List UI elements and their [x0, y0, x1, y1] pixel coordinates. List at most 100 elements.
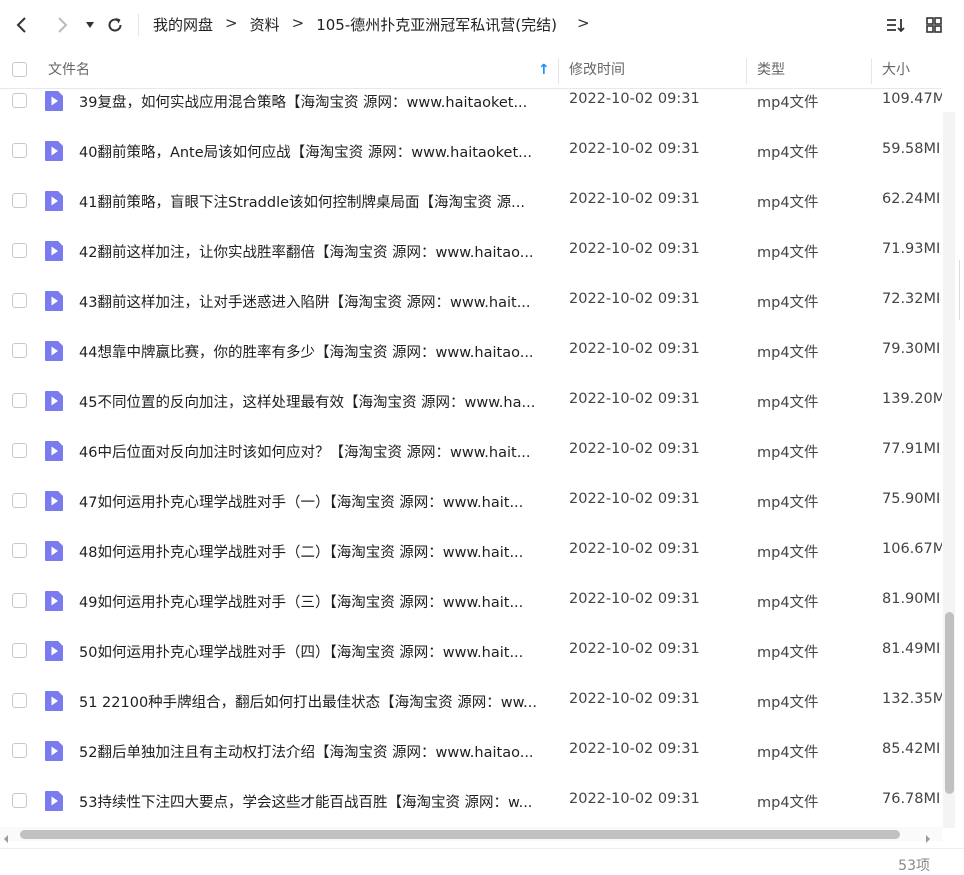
file-row[interactable]: 41翻前策略，盲眼下注Straddle该如何控制牌桌局面【海淘宝资 源... 20…	[0, 176, 942, 226]
video-file-icon	[44, 390, 64, 412]
file-name[interactable]: 53持续性下注四大要点，学会这些才能百战百胜【海淘宝资 源网：w...	[79, 791, 549, 812]
file-type: mp4文件	[757, 545, 819, 561]
row-checkbox[interactable]	[12, 643, 27, 658]
file-row[interactable]: 46中后位面对反向加注时该如何应对？【海淘宝资 源网：www.hait... 20…	[0, 426, 942, 476]
file-size: 71.93MI	[882, 241, 941, 257]
row-checkbox[interactable]	[12, 343, 27, 358]
row-checkbox[interactable]	[12, 193, 27, 208]
column-modified[interactable]: 修改时间	[569, 52, 625, 88]
file-row[interactable]: 51 22100种手牌组合，翻后如何打出最佳状态【海淘宝资 源网：ww... 20…	[0, 676, 942, 726]
column-divider[interactable]	[558, 58, 559, 84]
column-type[interactable]: 类型	[757, 52, 785, 88]
file-name[interactable]: 47如何运用扑克心理学战胜对手（一）【海淘宝资 源网：www.hait...	[79, 491, 549, 512]
column-name[interactable]: 文件名	[48, 52, 90, 88]
file-type: mp4文件	[757, 345, 819, 361]
row-checkbox[interactable]	[12, 793, 27, 808]
file-row[interactable]: 48如何运用扑克心理学战胜对手（二）【海淘宝资 源网：www.hait... 20…	[0, 526, 942, 576]
column-size[interactable]: 大小	[882, 52, 910, 88]
scroll-left-icon[interactable]	[3, 829, 9, 848]
row-checkbox[interactable]	[12, 293, 27, 308]
file-modified: 2022-10-02 09:31	[569, 441, 700, 457]
breadcrumb-separator: >	[291, 14, 305, 32]
file-size: 139.20M	[882, 391, 942, 407]
horizontal-scroll-thumb[interactable]	[20, 830, 900, 839]
sort-ascending-icon[interactable]: ↑	[538, 52, 550, 88]
file-name[interactable]: 44想靠中牌赢比赛，你的胜率有多少【海淘宝资 源网：www.haitao...	[79, 341, 549, 362]
video-file-icon	[44, 540, 64, 562]
breadcrumb-folder[interactable]: 资料	[250, 14, 280, 35]
row-checkbox[interactable]	[12, 143, 27, 158]
forward-arrow-icon[interactable]	[50, 10, 74, 40]
file-row[interactable]: 43翻前这样加注，让对手迷惑进入陷阱【海淘宝资 源网：www.hait... 20…	[0, 276, 942, 326]
column-divider[interactable]	[871, 58, 872, 84]
back-arrow-icon[interactable]	[10, 10, 34, 40]
video-file-icon	[44, 490, 64, 512]
file-name[interactable]: 50如何运用扑克心理学战胜对手（四）【海淘宝资 源网：www.hait...	[79, 641, 549, 662]
toolbar: 我的网盘 > 资料 > 105-德州扑克亚洲冠军私讯营(完结) >	[0, 0, 964, 52]
scroll-right-icon[interactable]	[925, 829, 931, 848]
vertical-scroll-thumb[interactable]	[945, 612, 954, 794]
file-type: mp4文件	[757, 795, 819, 811]
file-row[interactable]: 47如何运用扑克心理学战胜对手（一）【海淘宝资 源网：www.hait... 20…	[0, 476, 942, 526]
file-row[interactable]: 45不同位置的反向加注，这样处理最有效【海淘宝资 源网：www.ha... 202…	[0, 376, 942, 426]
file-name[interactable]: 39复盘，如何实战应用混合策略【海淘宝资 源网：www.haitaoket...	[79, 91, 549, 112]
vertical-scrollbar[interactable]	[943, 112, 955, 828]
file-row[interactable]: 50如何运用扑克心理学战胜对手（四）【海淘宝资 源网：www.hait... 20…	[0, 626, 942, 676]
sort-icon[interactable]	[884, 10, 908, 40]
file-size: 109.47M	[882, 91, 942, 107]
column-divider[interactable]	[746, 58, 747, 84]
breadcrumb-more[interactable]: >	[577, 14, 590, 35]
row-checkbox[interactable]	[12, 543, 27, 558]
file-row[interactable]: 42翻前这样加注，让你实战胜率翻倍【海淘宝资 源网：www.haitao... 2…	[0, 226, 942, 276]
file-name[interactable]: 46中后位面对反向加注时该如何应对？【海淘宝资 源网：www.hait...	[79, 441, 549, 462]
file-name[interactable]: 43翻前这样加注，让对手迷惑进入陷阱【海淘宝资 源网：www.hait...	[79, 291, 549, 312]
grid-view-icon[interactable]	[922, 10, 946, 40]
file-type: mp4文件	[757, 195, 819, 211]
file-modified: 2022-10-02 09:31	[569, 591, 700, 607]
file-name[interactable]: 41翻前策略，盲眼下注Straddle该如何控制牌桌局面【海淘宝资 源...	[79, 191, 549, 212]
file-row[interactable]: 49如何运用扑克心理学战胜对手（三）【海淘宝资 源网：www.hait... 20…	[0, 576, 942, 626]
video-file-icon	[44, 740, 64, 762]
file-type: mp4文件	[757, 695, 819, 711]
horizontal-scrollbar[interactable]	[0, 827, 942, 843]
file-name[interactable]: 51 22100种手牌组合，翻后如何打出最佳状态【海淘宝资 源网：ww...	[79, 691, 549, 712]
file-modified: 2022-10-02 09:31	[569, 191, 700, 207]
row-checkbox[interactable]	[12, 93, 27, 108]
file-size: 76.78MI	[882, 791, 941, 807]
dropdown-caret-icon[interactable]	[82, 10, 98, 40]
file-size: 81.90MI	[882, 591, 941, 607]
file-name[interactable]: 40翻前策略，Ante局该如何应战【海淘宝资 源网：www.haitaoket.…	[79, 141, 549, 162]
file-modified: 2022-10-02 09:31	[569, 741, 700, 757]
file-name[interactable]: 52翻后单独加注且有主动权打法介绍【海淘宝资 源网：www.haitao...	[79, 741, 549, 762]
file-name[interactable]: 49如何运用扑克心理学战胜对手（三）【海淘宝资 源网：www.hait...	[79, 591, 549, 612]
file-name[interactable]: 42翻前这样加注，让你实战胜率翻倍【海淘宝资 源网：www.haitao...	[79, 241, 549, 262]
file-row[interactable]: 39复盘，如何实战应用混合策略【海淘宝资 源网：www.haitaoket...…	[0, 88, 942, 126]
toolbar-divider	[138, 14, 139, 36]
row-checkbox[interactable]	[12, 593, 27, 608]
file-row[interactable]: 52翻后单独加注且有主动权打法介绍【海淘宝资 源网：www.haitao... 2…	[0, 726, 942, 776]
row-checkbox[interactable]	[12, 493, 27, 508]
breadcrumb-current[interactable]: 105-德州扑克亚洲冠军私讯营(完结)	[316, 14, 557, 35]
video-file-icon	[44, 690, 64, 712]
select-all-checkbox[interactable]	[12, 62, 27, 77]
file-name[interactable]: 45不同位置的反向加注，这样处理最有效【海淘宝资 源网：www.ha...	[79, 391, 549, 412]
breadcrumb-root[interactable]: 我的网盘	[153, 14, 213, 35]
row-checkbox[interactable]	[12, 743, 27, 758]
file-size: 75.90MI	[882, 491, 941, 507]
refresh-icon[interactable]	[103, 10, 127, 40]
video-file-icon	[44, 790, 64, 812]
file-type: mp4文件	[757, 645, 819, 661]
file-row[interactable]: 44想靠中牌赢比赛，你的胜率有多少【海淘宝资 源网：www.haitao... 2…	[0, 326, 942, 376]
video-file-icon	[44, 140, 64, 162]
row-checkbox[interactable]	[12, 243, 27, 258]
file-row[interactable]: 53持续性下注四大要点，学会这些才能百战百胜【海淘宝资 源网：w... 2022-…	[0, 776, 942, 826]
breadcrumb-separator: >	[225, 14, 238, 32]
row-checkbox[interactable]	[12, 693, 27, 708]
file-row[interactable]: 40翻前策略，Ante局该如何应战【海淘宝资 源网：www.haitaoket.…	[0, 126, 942, 176]
file-size: 62.24MI	[882, 191, 941, 207]
row-checkbox[interactable]	[12, 443, 27, 458]
file-size: 132.35M	[882, 691, 942, 707]
file-modified: 2022-10-02 09:31	[569, 241, 700, 257]
row-checkbox[interactable]	[12, 393, 27, 408]
file-name[interactable]: 48如何运用扑克心理学战胜对手（二）【海淘宝资 源网：www.hait...	[79, 541, 549, 562]
